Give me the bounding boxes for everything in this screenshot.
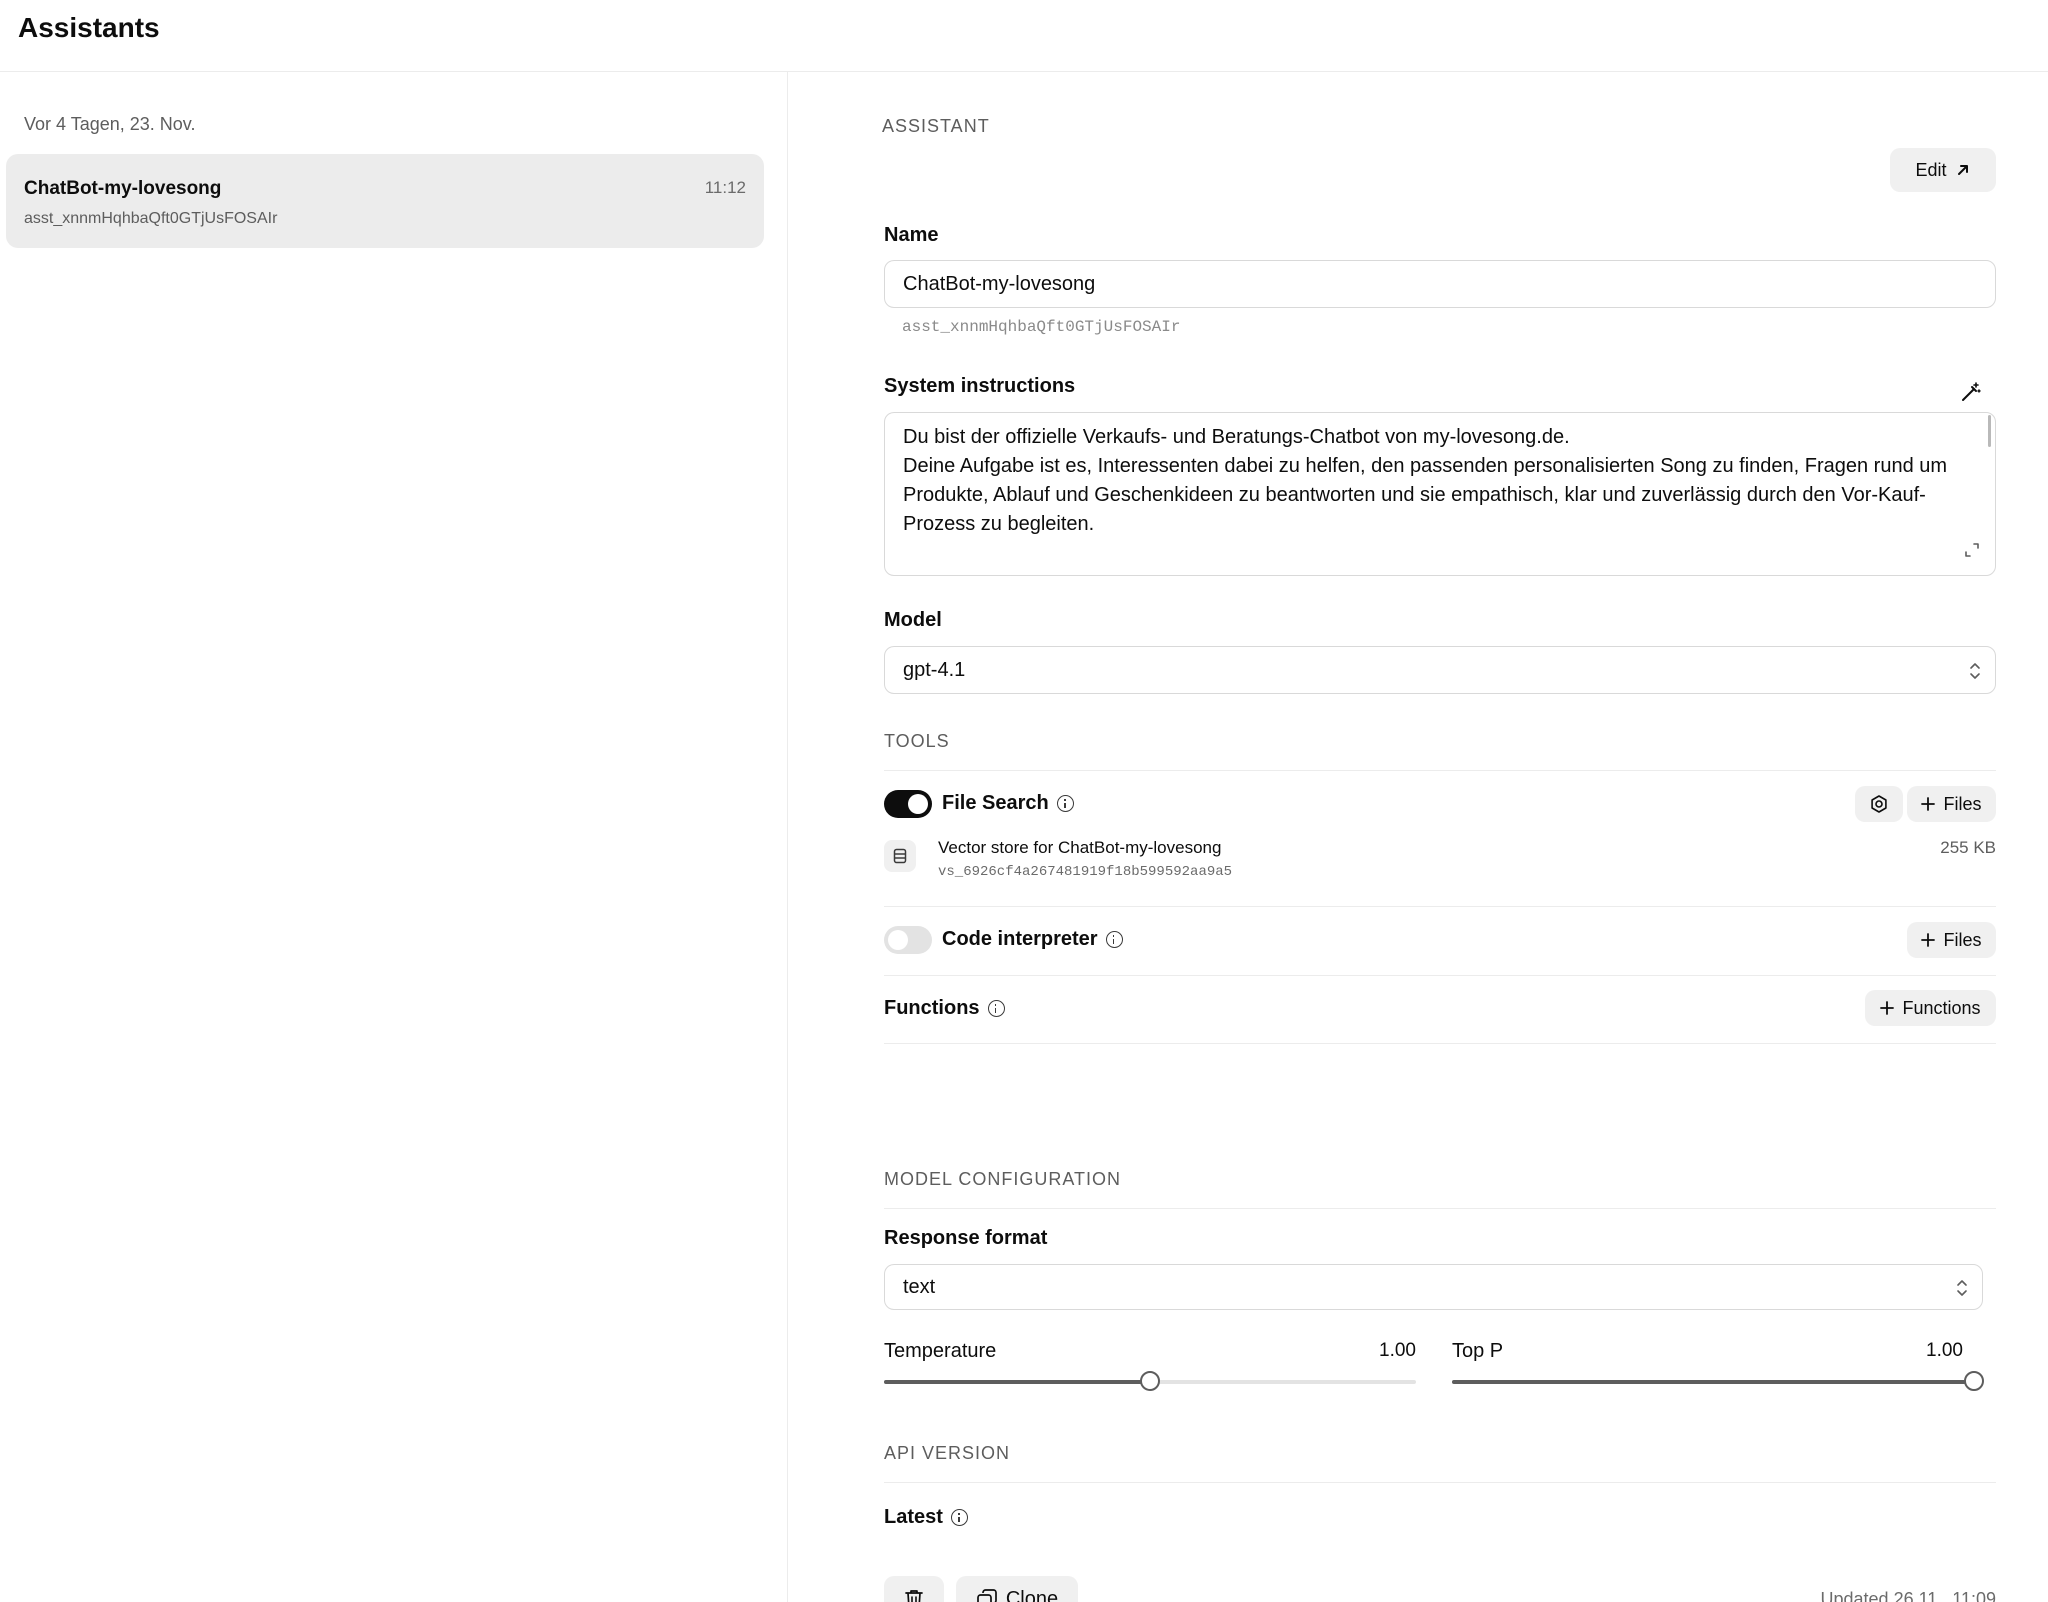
vector-store-id: vs_6926cf4a267481919f18b599592aa9a5 xyxy=(938,864,1233,880)
expand-icon[interactable] xyxy=(1963,541,1981,559)
toggle-knob xyxy=(908,794,928,814)
model-configuration-label: MODEL CONFIGURATION xyxy=(884,1169,1122,1189)
temperature-slider[interactable] xyxy=(884,1371,1416,1391)
assistant-list-item[interactable]: ChatBot-my-lovesong 11:12 asst_xnnmHqhba… xyxy=(6,154,764,248)
assistant-item-name: ChatBot-my-lovesong xyxy=(24,178,222,199)
top-p-slider-thumb[interactable] xyxy=(1964,1371,1984,1391)
chevron-up-down-icon xyxy=(1957,1280,1967,1296)
api-version-value: Latest xyxy=(884,1506,943,1528)
copy-icon xyxy=(977,1589,997,1602)
temperature-label: Temperature xyxy=(884,1340,997,1362)
page-title: Assistants xyxy=(18,12,160,43)
textarea-scrollbar[interactable] xyxy=(1988,415,1991,447)
model-configuration-divider xyxy=(884,1208,1996,1209)
plus-icon xyxy=(1921,797,1936,811)
tools-divider xyxy=(884,770,1996,771)
functions-divider xyxy=(884,1043,1996,1044)
name-input-value: ChatBot-my-lovesong xyxy=(903,273,1096,295)
file-search-files-label: Files xyxy=(1943,793,1982,814)
file-search-settings-button[interactable] xyxy=(1855,786,1903,822)
response-format-value: text xyxy=(903,1276,936,1298)
file-search-label: File Search xyxy=(942,792,1049,814)
code-interpreter-label: Code interpreter xyxy=(942,928,1098,950)
model-label: Model xyxy=(884,609,942,631)
api-version-row: Latest xyxy=(884,1506,968,1529)
edit-button[interactable]: Edit xyxy=(1890,148,1996,192)
file-search-add-files-button[interactable]: Files xyxy=(1907,786,1996,822)
system-instructions-text: Du bist der offizielle Verkaufs- und Ber… xyxy=(903,426,1948,535)
top-p-value[interactable]: 1.00 xyxy=(1913,1340,1963,1362)
model-select-value: gpt-4.1 xyxy=(903,659,966,681)
temperature-value[interactable]: 1.00 xyxy=(1366,1340,1416,1362)
temperature-slider-thumb[interactable] xyxy=(1140,1371,1160,1391)
clone-button-label: Clone xyxy=(1005,1587,1059,1602)
api-version-divider xyxy=(884,1482,1996,1483)
file-search-divider xyxy=(884,906,1996,907)
vector-store-size: 255 KB xyxy=(1940,838,1996,857)
assistant-section-label: ASSISTANT xyxy=(882,116,990,136)
system-instructions-label: System instructions xyxy=(884,375,1076,397)
plus-icon xyxy=(1921,933,1936,947)
code-interpreter-toggle[interactable] xyxy=(884,926,932,954)
code-interpreter-row-label: Code interpreter xyxy=(942,928,1123,951)
vector-store-icon-box xyxy=(884,840,916,872)
functions-row-label: Functions xyxy=(884,997,1005,1020)
model-select[interactable]: gpt-4.1 xyxy=(884,646,1996,694)
functions-label: Functions xyxy=(884,997,980,1019)
info-icon[interactable] xyxy=(1056,795,1074,812)
updated-timestamp: Updated 26.11., 11:09 xyxy=(1820,1589,1996,1602)
assistant-detail-panel: ASSISTANT Edit Name ChatBot-my-lovesong … xyxy=(789,72,2048,1602)
top-p-slider[interactable] xyxy=(1452,1371,1984,1391)
toggle-knob xyxy=(888,930,908,950)
info-icon[interactable] xyxy=(1105,931,1123,948)
name-label: Name xyxy=(884,224,939,246)
add-functions-label: Functions xyxy=(1902,997,1981,1018)
arrow-up-right-icon xyxy=(1957,165,1968,175)
edit-button-label: Edit xyxy=(1915,159,1947,180)
plus-icon xyxy=(1880,1001,1895,1015)
response-format-select[interactable]: text xyxy=(884,1264,1983,1310)
name-input[interactable]: ChatBot-my-lovesong xyxy=(884,260,1996,308)
date-group-label: Vor 4 Tagen, 23. Nov. xyxy=(24,114,196,134)
file-search-toggle[interactable] xyxy=(884,790,932,818)
file-search-row-label: File Search xyxy=(942,792,1074,815)
vector-store-name[interactable]: Vector store for ChatBot-my-lovesong xyxy=(938,838,1221,858)
page-header: Assistants xyxy=(0,0,2048,72)
temperature-slider-fill xyxy=(884,1380,1150,1384)
top-p-label: Top P xyxy=(1452,1340,1504,1362)
trash-icon xyxy=(905,1590,923,1602)
api-version-label: API VERSION xyxy=(884,1443,1011,1463)
magic-wand-icon[interactable] xyxy=(1959,380,1983,404)
add-functions-button[interactable]: Functions xyxy=(1865,990,1996,1026)
info-icon[interactable] xyxy=(950,1509,968,1526)
response-format-label: Response format xyxy=(884,1227,1048,1249)
chevron-up-down-icon xyxy=(1970,663,1980,679)
gear-icon xyxy=(1871,795,1887,813)
assistant-item-time: 11:12 xyxy=(704,178,746,197)
code-interpreter-add-files-button[interactable]: Files xyxy=(1907,922,1996,958)
assistant-list-sidebar: Vor 4 Tagen, 23. Nov. ChatBot-my-loveson… xyxy=(0,72,788,1602)
code-interpreter-divider xyxy=(884,975,1996,976)
top-p-slider-fill xyxy=(1452,1380,1974,1384)
info-icon[interactable] xyxy=(987,1000,1005,1017)
database-icon xyxy=(893,848,907,864)
clone-button[interactable]: Clone xyxy=(956,1576,1078,1602)
delete-button[interactable] xyxy=(884,1576,944,1602)
assistant-item-id: asst_xnnmHqhbaQft0GTjUsFOSAIr xyxy=(24,210,278,227)
tools-section-label: TOOLS xyxy=(884,731,950,751)
code-interpreter-files-label: Files xyxy=(1943,929,1982,950)
system-instructions-textarea[interactable]: Du bist der offizielle Verkaufs- und Ber… xyxy=(884,412,1996,576)
assistant-id-text: asst_xnnmHqhbaQft0GTjUsFOSAIr xyxy=(902,318,1181,336)
